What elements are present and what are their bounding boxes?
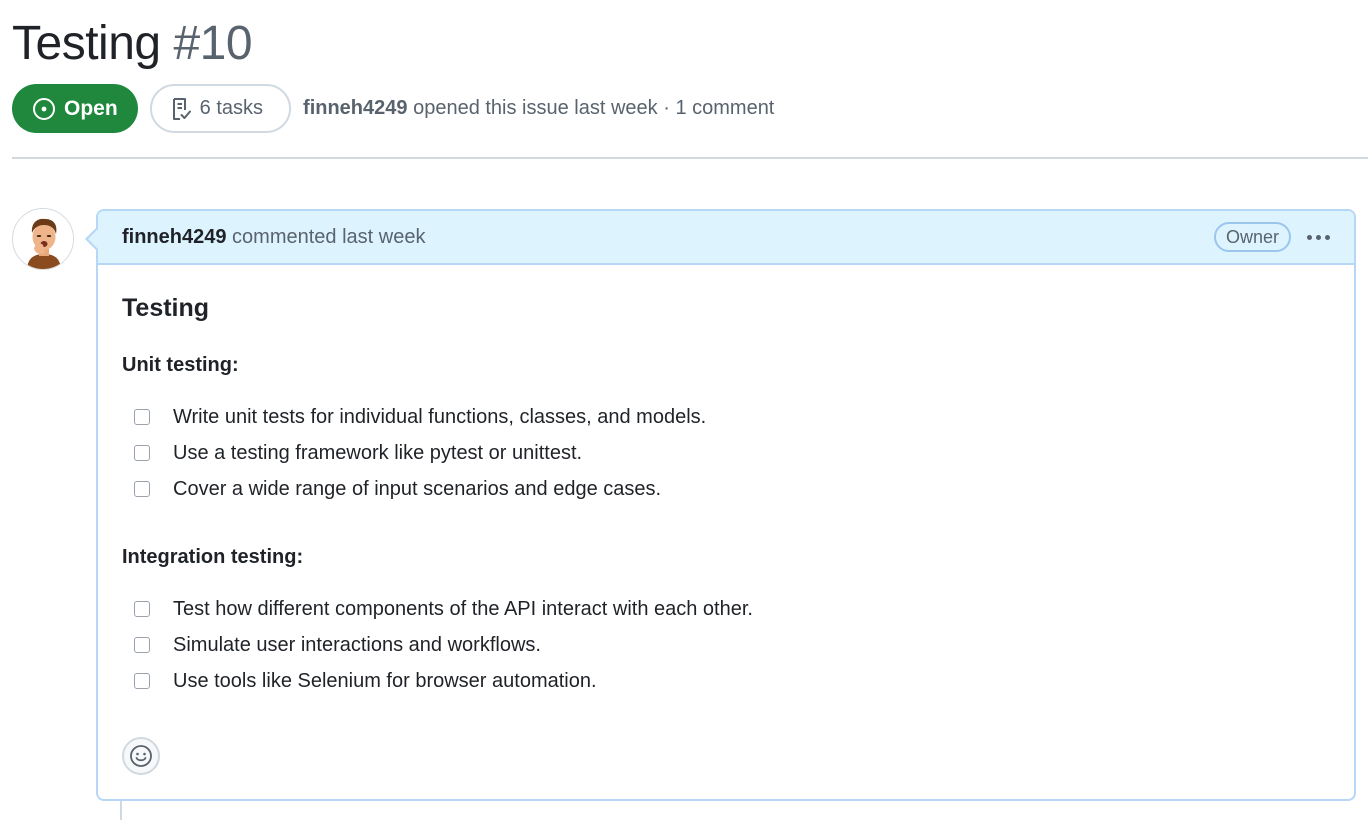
issue-title: Testing #10 [12,14,253,74]
memoji-avatar [13,209,73,269]
task-text: Write unit tests for individual function… [173,406,707,428]
issue-title-text: Testing [12,17,161,70]
task-text: Cover a wide range of input scenarios an… [173,478,662,500]
section-heading-integration: Integration testing: [122,546,304,568]
add-reaction-button[interactable] [122,737,160,775]
task-text: Use a testing framework like pytest or u… [173,442,583,464]
kebab-dot [1325,234,1330,240]
task-checkbox[interactable] [134,409,150,425]
issue-opened-text: opened this issue last week · 1 comment [413,97,775,119]
comment-header-actions: Owner [1213,222,1330,252]
issue-state-badge: Open [12,84,138,133]
task-list-item: Cover a wide range of input scenarios an… [122,471,1330,507]
issue-state-label: Open [64,96,118,120]
task-checkbox[interactable] [134,673,150,689]
task-list-unit: Write unit tests for individual function… [122,399,1330,507]
comment-action-text: commented last week [232,225,426,248]
avatar[interactable] [12,208,74,270]
task-text: Simulate user interactions and workflows… [173,634,541,656]
issue-opened-summary: finneh4249 opened this issue last week ·… [303,97,774,120]
task-list-item: Use a testing framework like pytest or u… [122,435,1330,471]
task-list-item: Use tools like Selenium for browser auto… [122,663,1330,699]
owner-badge: Owner [1213,222,1291,252]
kebab-horizontal-icon[interactable] [1307,231,1330,244]
issue-page: Testing #10 Open 6 tasks finneh4249 open… [0,0,1368,820]
task-checkbox[interactable] [134,637,150,653]
comment-box: finneh4249 commented last week Owner Tes… [85,209,1356,801]
issue-author-link[interactable]: finneh4249 [303,97,407,119]
task-text: Use tools like Selenium for browser auto… [173,670,597,692]
task-checkbox[interactable] [134,481,150,497]
issue-meta-row: Open 6 tasks finneh4249 opened this issu… [12,84,774,133]
task-checkbox[interactable] [134,601,150,617]
task-text: Test how different components of the API… [173,598,753,620]
smiley-icon [129,744,153,768]
tasks-progress-pill[interactable]: 6 tasks [149,84,292,133]
header-divider [12,157,1368,159]
kebab-dot [1316,234,1321,240]
tasks-count-label: 6 tasks [199,97,264,119]
kebab-dot [1307,234,1312,240]
task-list-integration: Test how different components of the API… [122,591,1330,699]
comment-meta: finneh4249 commented last week [122,226,425,249]
task-checkbox[interactable] [134,445,150,461]
comment-author-link[interactable]: finneh4249 [122,226,226,248]
task-list-item: Test how different components of the API… [122,591,1330,627]
comment-body: Testing Unit testing: Write unit tests f… [98,265,1354,699]
comment-header: finneh4249 commented last week Owner [85,211,1354,265]
timeline-line [120,800,122,820]
issue-open-icon [32,97,56,121]
task-list-item: Simulate user interactions and workflows… [122,627,1330,663]
section-heading-unit: Unit testing: [122,354,239,376]
comment-body-heading: Testing [122,294,210,322]
comment-arrow-fill [88,229,98,249]
task-list-item: Write unit tests for individual function… [122,399,1330,435]
issue-number: #10 [173,17,253,70]
checklist-icon [170,97,192,121]
